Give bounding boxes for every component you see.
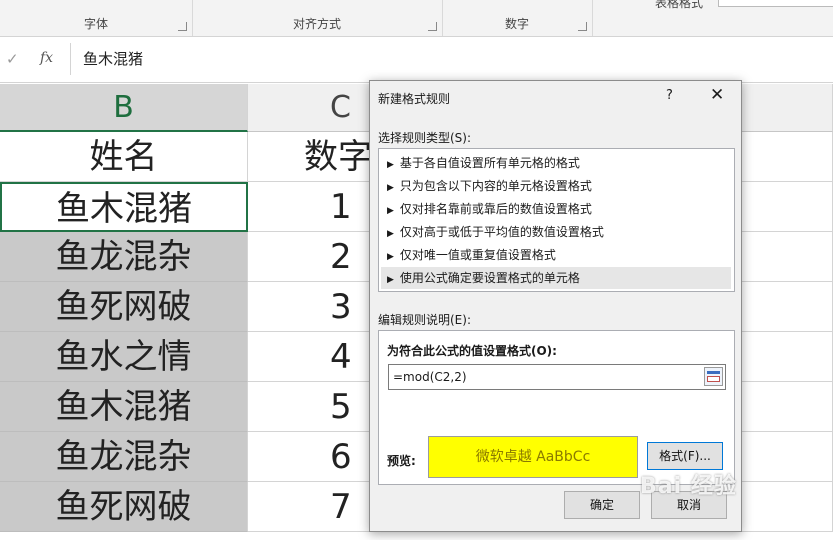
rule-type-label: 只为包含以下内容的单元格设置格式	[399, 179, 592, 193]
ribbon: 字体 对齐方式 数字 表格格式	[0, 0, 833, 37]
rule-type-item[interactable]: ▶ 仅对排名靠前或靠后的数值设置格式	[381, 198, 731, 220]
insert-function-icon[interactable]: fx	[40, 50, 53, 66]
ribbon-dropdown-box[interactable]	[718, 0, 833, 7]
range-select-icon[interactable]	[704, 367, 723, 386]
rule-type-item-selected[interactable]: ▶ 使用公式确定要设置格式的单元格	[381, 267, 731, 289]
rule-type-label: 仅对唯一值或重复值设置格式	[399, 248, 556, 262]
help-icon[interactable]: ?	[666, 88, 673, 103]
cell-b5[interactable]: 鱼水之情	[0, 332, 248, 382]
cell-b1[interactable]: 姓名	[0, 132, 248, 182]
rule-type-label: 基于各自值设置所有单元格的格式	[399, 156, 580, 170]
format-preview: 微软卓越 AaBbCc	[428, 436, 638, 478]
cell-b2[interactable]: 鱼木混猪	[0, 182, 248, 232]
select-rule-type-label: 选择规则类型(S):	[378, 131, 472, 145]
new-format-rule-dialog: 新建格式规则 ? ✕ 选择规则类型(S): ▶ 基于各自值设置所有单元格的格式 ▶…	[369, 80, 742, 532]
watermark-logo: Bai 经验	[640, 474, 737, 499]
rule-type-label: 使用公式确定要设置格式的单元格	[399, 271, 580, 285]
edit-rule-panel: 为符合此公式的值设置格式(O): =mod(C2,2) 预览: 微软卓越 AaB…	[378, 330, 735, 485]
rule-type-item[interactable]: ▶ 仅对唯一值或重复值设置格式	[381, 244, 731, 266]
rule-type-label: 仅对排名靠前或靠后的数值设置格式	[399, 202, 592, 216]
cell-b7[interactable]: 鱼龙混杂	[0, 432, 248, 482]
ribbon-group-number-label: 数字	[504, 17, 529, 31]
ribbon-group-font: 字体	[0, 0, 193, 36]
rule-type-item[interactable]: ▶ 仅对高于或低于平均值的数值设置格式	[381, 221, 731, 243]
rule-type-item[interactable]: ▶ 基于各自值设置所有单元格的格式	[381, 152, 731, 174]
font-dialog-launcher-icon[interactable]	[178, 22, 187, 31]
format-button[interactable]: 格式(F)...	[647, 442, 723, 470]
formula-bar: ✓ fx 鱼木混猪	[0, 37, 833, 83]
formula-condition-value: =mod(C2,2)	[393, 370, 467, 384]
formula-condition-label: 为符合此公式的值设置格式(O):	[387, 344, 557, 358]
column-header-b[interactable]: B	[0, 84, 248, 132]
ribbon-group-alignment: 对齐方式	[192, 0, 443, 36]
ribbon-group-alignment-label: 对齐方式	[292, 17, 341, 31]
enter-check-icon[interactable]: ✓	[6, 50, 19, 68]
ok-button[interactable]: 确定	[564, 491, 640, 519]
rule-type-label: 仅对高于或低于平均值的数值设置格式	[399, 225, 604, 239]
triangle-right-icon: ▶	[387, 183, 394, 193]
cell-b3[interactable]: 鱼龙混杂	[0, 232, 248, 282]
number-dialog-launcher-icon[interactable]	[578, 22, 587, 31]
triangle-right-icon: ▶	[387, 275, 394, 285]
format-as-table-button[interactable]: 表格格式	[655, 0, 703, 11]
edit-rule-description-label: 编辑规则说明(E):	[378, 313, 471, 327]
dialog-title: 新建格式规则	[378, 92, 451, 106]
triangle-right-icon: ▶	[387, 160, 394, 170]
close-icon[interactable]: ✕	[710, 85, 724, 105]
triangle-right-icon: ▶	[387, 229, 394, 239]
alignment-dialog-launcher-icon[interactable]	[428, 22, 437, 31]
triangle-right-icon: ▶	[387, 252, 394, 262]
cell-b8[interactable]: 鱼死网破	[0, 482, 248, 532]
triangle-right-icon: ▶	[387, 206, 394, 216]
cell-b6[interactable]: 鱼木混猪	[0, 382, 248, 432]
rule-type-list: ▶ 基于各自值设置所有单元格的格式 ▶ 只为包含以下内容的单元格设置格式 ▶ 仅对排名…	[378, 148, 735, 292]
formula-input[interactable]: 鱼木混猪	[70, 43, 833, 75]
cell-b4[interactable]: 鱼死网破	[0, 282, 248, 332]
preview-label: 预览:	[387, 454, 416, 468]
formula-condition-input[interactable]: =mod(C2,2)	[388, 364, 726, 390]
rule-type-item[interactable]: ▶ 只为包含以下内容的单元格设置格式	[381, 175, 731, 197]
ribbon-group-number: 数字	[442, 0, 593, 36]
ribbon-group-font-label: 字体	[83, 17, 108, 31]
